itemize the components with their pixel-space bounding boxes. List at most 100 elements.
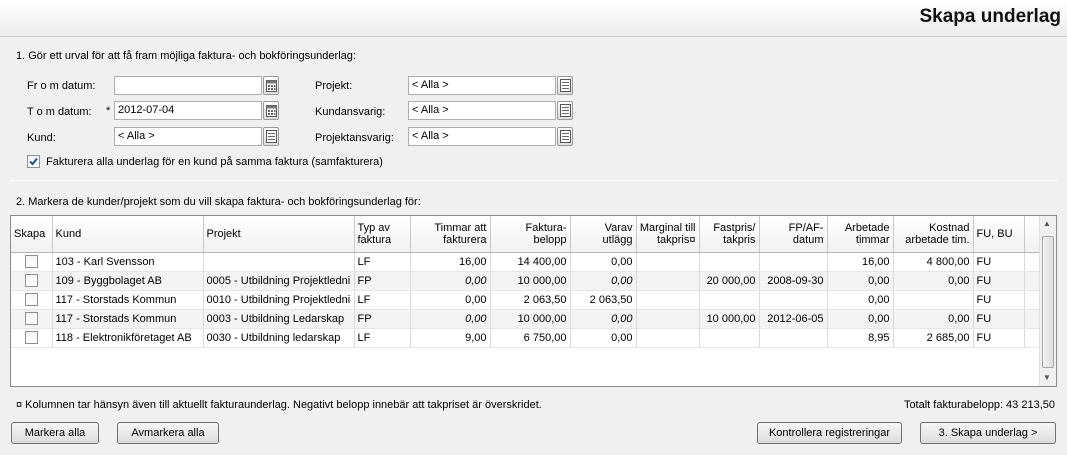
projekt-field[interactable]: < Alla > xyxy=(408,76,556,95)
col-header-marginal[interactable]: Marginal till takpris¤ xyxy=(636,216,700,253)
projekt-label: Projekt: xyxy=(315,80,353,92)
kund-picker-button[interactable] xyxy=(263,127,279,146)
create-basis-button[interactable]: 3. Skapa underlag > xyxy=(920,422,1056,444)
cell-fastpris: 20 000,00 xyxy=(699,271,760,291)
cell-fubu: FU xyxy=(973,252,1025,272)
kundansvarig-value: < Alla > xyxy=(412,104,449,116)
scroll-down-icon[interactable]: ▼ xyxy=(1043,373,1051,382)
section-divider xyxy=(10,180,1057,181)
invoice-table: Skapa Kund Projekt Typ av faktura Timmar… xyxy=(11,216,1041,348)
table-row[interactable]: 103 - Karl Svensson LF 16,00 14 400,00 0… xyxy=(11,252,1041,272)
mark-all-button[interactable]: Markera alla xyxy=(11,422,99,444)
cell-timmar: 9,00 xyxy=(410,328,491,348)
col-header-typ[interactable]: Typ av faktura xyxy=(354,216,411,253)
unmark-all-button[interactable]: Avmarkera alla xyxy=(117,422,219,444)
cell-utlagg: 0,00 xyxy=(570,271,637,291)
kundansvarig-picker-button[interactable] xyxy=(557,101,573,120)
check-registrations-button[interactable]: Kontrollera registreringar xyxy=(757,422,902,444)
cell-typ: LF xyxy=(354,252,411,272)
page-header: Skapa underlag xyxy=(0,0,1067,37)
cell-kostnad: 0,00 xyxy=(893,271,974,291)
cell-utlagg: 0,00 xyxy=(570,328,637,348)
table-header-row: Skapa Kund Projekt Typ av faktura Timmar… xyxy=(11,216,1041,253)
cell-utlagg: 0,00 xyxy=(570,309,637,329)
cell-kund: 117 - Storstads Kommun xyxy=(52,309,204,329)
calendar-icon xyxy=(266,105,277,117)
cell-kund: 117 - Storstads Kommun xyxy=(52,290,204,310)
cell-arbtim: 8,95 xyxy=(827,328,894,348)
cell-projekt: 0003 - Utbildning Ledarskap xyxy=(203,309,355,329)
cell-kostnad: 2 685,00 xyxy=(893,328,974,348)
row-skapa-checkbox[interactable] xyxy=(24,312,38,325)
projektansvarig-field[interactable]: < Alla > xyxy=(408,127,556,146)
list-picker-icon xyxy=(560,130,571,143)
total-amount: Totalt fakturabelopp: 43 213,50 xyxy=(903,399,1055,411)
col-header-skapa[interactable]: Skapa xyxy=(11,216,53,253)
col-header-datum[interactable]: FP/AF-datum xyxy=(759,216,828,253)
invoice-grid: Skapa Kund Projekt Typ av faktura Timmar… xyxy=(10,215,1057,387)
cell-datum xyxy=(759,328,828,348)
projektansvarig-picker-button[interactable] xyxy=(557,127,573,146)
col-header-kostnad[interactable]: Kostnad arbetade tim. xyxy=(893,216,974,253)
cell-kund: 118 - Elektronikföretaget AB xyxy=(52,328,204,348)
page-title: Skapa underlag xyxy=(919,6,1062,27)
col-header-timmar[interactable]: Timmar att fakturera xyxy=(410,216,491,253)
cell-marginal xyxy=(636,328,700,348)
cell-fubu: FU xyxy=(973,290,1025,310)
row-skapa-checkbox[interactable] xyxy=(24,255,38,268)
projektansvarig-value: < Alla > xyxy=(412,130,449,142)
list-picker-icon xyxy=(266,130,277,143)
col-header-utlagg[interactable]: Varav utlägg xyxy=(570,216,637,253)
list-picker-icon xyxy=(560,104,571,117)
cell-fastpris xyxy=(699,252,760,272)
projekt-picker-button[interactable] xyxy=(557,76,573,95)
samfakturera-checkbox[interactable] xyxy=(27,155,40,168)
cell-marginal xyxy=(636,290,700,310)
cell-belopp: 2 063,50 xyxy=(490,290,571,310)
cell-timmar: 0,00 xyxy=(410,271,491,291)
tom-date-calendar-button[interactable] xyxy=(263,101,279,120)
col-header-arbtim[interactable]: Arbetade timmar xyxy=(827,216,894,253)
table-row[interactable]: 118 - Elektronikföretaget AB 0030 - Utbi… xyxy=(11,328,1041,348)
col-header-fastpris[interactable]: Fastpris/ takpris xyxy=(699,216,760,253)
cell-arbtim: 0,00 xyxy=(827,309,894,329)
cell-timmar: 16,00 xyxy=(410,252,491,272)
col-header-projekt[interactable]: Projekt xyxy=(203,216,355,253)
table-row[interactable]: 117 - Storstads Kommun 0010 - Utbildning… xyxy=(11,290,1041,310)
cell-projekt: 0005 - Utbildning Projektledni xyxy=(203,271,355,291)
required-marker: * xyxy=(106,105,111,117)
scroll-thumb[interactable] xyxy=(1042,236,1054,368)
row-skapa-checkbox[interactable] xyxy=(24,331,38,344)
cell-belopp: 10 000,00 xyxy=(490,309,571,329)
vertical-scrollbar[interactable]: ▲ ▼ xyxy=(1039,216,1056,386)
cell-projekt xyxy=(203,252,355,272)
samfakturera-row: Fakturera alla underlag för en kund på s… xyxy=(27,155,383,168)
tom-date-field[interactable]: 2012-07-04 xyxy=(114,101,262,120)
cell-kostnad xyxy=(893,290,974,310)
cell-fastpris: 10 000,00 xyxy=(699,309,760,329)
cell-fastpris xyxy=(699,328,760,348)
col-header-fubu[interactable]: FU, BU xyxy=(973,216,1025,253)
cell-fubu: FU xyxy=(973,271,1025,291)
row-skapa-checkbox[interactable] xyxy=(24,274,38,287)
from-date-field[interactable] xyxy=(114,76,262,95)
cell-kostnad: 0,00 xyxy=(893,309,974,329)
checkmark-icon xyxy=(29,157,38,166)
row-skapa-checkbox[interactable] xyxy=(24,293,38,306)
from-date-label: Fr o m datum: xyxy=(27,80,96,92)
list-picker-icon xyxy=(560,79,571,92)
table-row[interactable]: 109 - Byggbolaget AB 0005 - Utbildning P… xyxy=(11,271,1041,291)
section1-label: 1. Gör ett urval för att få fram möjliga… xyxy=(16,50,356,62)
table-row[interactable]: 117 - Storstads Kommun 0003 - Utbildning… xyxy=(11,309,1041,329)
kundansvarig-field[interactable]: < Alla > xyxy=(408,101,556,120)
scroll-up-icon[interactable]: ▲ xyxy=(1043,219,1051,228)
tom-date-value: 2012-07-04 xyxy=(118,104,175,116)
cell-typ: LF xyxy=(354,328,411,348)
kund-field[interactable]: < Alla > xyxy=(114,127,262,146)
col-header-kund[interactable]: Kund xyxy=(52,216,204,253)
kund-label: Kund: xyxy=(27,132,56,144)
from-date-calendar-button[interactable] xyxy=(263,76,279,95)
cell-marginal xyxy=(636,309,700,329)
col-header-belopp[interactable]: Faktura-belopp xyxy=(490,216,571,253)
footnote: ¤ Kolumnen tar hänsyn även till aktuellt… xyxy=(16,399,542,411)
